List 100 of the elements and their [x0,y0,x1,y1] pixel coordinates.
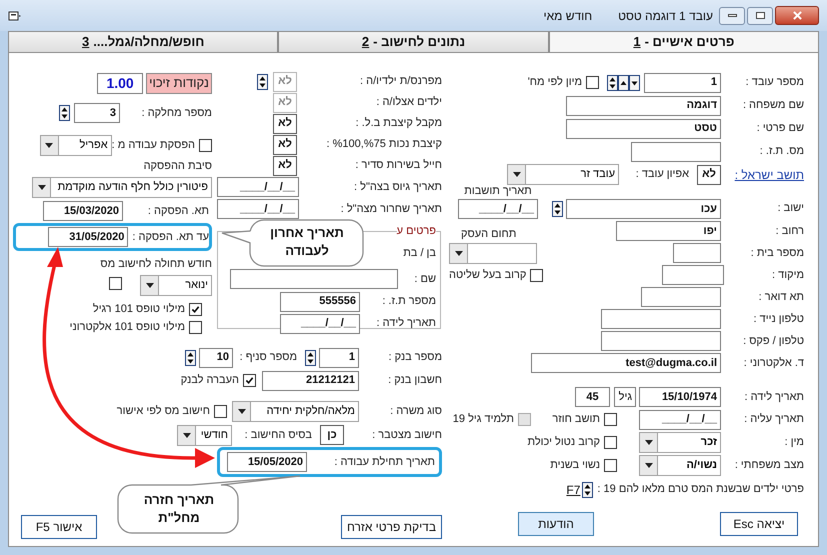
checkbox[interactable] [604,413,617,426]
text-field[interactable] [631,142,721,162]
date-field[interactable]: __/__/____ [280,314,360,334]
field-label: מספר בנק : [387,350,442,366]
text-field[interactable]: 3 [74,103,120,123]
dropdown[interactable]: אפריל [40,134,112,156]
field-label: מספר ת.ז. : [381,294,436,310]
text-field[interactable]: 1 [644,72,721,92]
yes-no-field[interactable]: לא [273,156,297,176]
group-title: פרטים ע [396,224,436,239]
checkbox[interactable] [604,436,617,449]
spinner-icon[interactable] [607,74,618,90]
text-field[interactable]: 21212121 [262,370,359,390]
form-button[interactable]: יציאה Esc [720,512,798,536]
close-button[interactable] [775,6,819,25]
text-field[interactable]: 1 [319,348,359,368]
checkbox[interactable] [530,268,544,282]
section-heading: חודש תחולה לחישוב מס [100,257,212,272]
field-label: סוג משרה : [389,404,442,420]
spinner-icon[interactable] [552,201,563,217]
field-label: תאריך שחרור מצה"ל : [340,202,442,217]
field-label: שם משפחה : [742,98,804,114]
yes-no-field[interactable]: כן [320,425,344,445]
dropdown[interactable]: מלאה/חלקית יחידה [232,401,359,422]
text-field[interactable]: עכו [566,199,721,219]
dropdown[interactable]: פיטורין כולל חלף הודעה מוקדמת [32,177,212,198]
caret-icon [644,463,652,468]
checkbox[interactable] [189,302,202,316]
checkbox[interactable] [109,276,122,290]
yes-no-field[interactable]: לא [273,114,297,134]
caret-up-icon[interactable] [618,74,629,90]
form-button[interactable]: בדיקת פרטי אזרח [341,515,442,539]
date-field[interactable]: 15/10/1974 [639,387,721,407]
checkbox[interactable] [604,459,617,472]
caret-down-icon[interactable] [629,74,640,90]
date-field[interactable]: __/__/____ [458,199,538,219]
age-label[interactable]: גיל [614,387,636,407]
field-label: מספר מחלקה : [140,106,212,121]
spinner-icon[interactable] [582,482,594,498]
callout-text: תאריך אחרון לעבודה [269,224,345,260]
dropdown[interactable]: ינואר [140,275,212,296]
field-label: מס. ת.ז. : [758,144,804,160]
spinner-icon[interactable] [257,74,268,90]
minimize-button[interactable] [719,6,745,24]
text-field[interactable] [601,309,721,329]
field-label: חישוב מצטבר : [371,428,442,443]
date-field[interactable]: __/__/____ [217,199,299,219]
yes-no-field[interactable]: לא [697,164,721,184]
text-field[interactable]: יפו [616,221,721,241]
date-field[interactable]: 31/05/2020 [48,227,128,247]
resident-link[interactable]: תושב ישראל : [734,168,804,182]
date-field[interactable]: __/__/____ [217,177,299,197]
spinner-icon[interactable] [185,350,196,366]
form-button[interactable]: הודעות [518,512,594,536]
dropdown[interactable]: נשוי/ה [639,455,721,476]
checkbox[interactable] [189,320,202,334]
dropdown[interactable]: זכר [639,432,721,453]
field-label: תאריך תושבות [464,184,532,198]
field-label: מספר סניף : [238,350,297,366]
spinner-icon[interactable] [59,105,70,121]
checkbox[interactable] [199,138,212,152]
dropdown[interactable]: עובד זר [507,164,619,185]
field-label: בסיס החישוב : [244,428,312,443]
text-field[interactable]: 10 [199,348,233,368]
field-label: תלמיד גיל 19 [452,412,514,428]
caret-icon [644,440,652,445]
checkbox[interactable] [214,405,227,418]
text-field[interactable] [662,265,724,285]
field-label: קיצבת נכות %75,%100 : [325,137,442,152]
field-label: העברה לבנק [180,373,239,388]
text-field[interactable]: טסט [566,118,721,138]
text-field[interactable] [601,331,721,351]
field-label: מקבל קיצבת ב.ל. : [354,116,442,132]
text-field[interactable]: 45 [575,387,610,407]
date-field[interactable]: 15/05/2020 [227,452,307,472]
dropdown[interactable] [449,242,537,264]
text-field[interactable]: 1.00 [97,72,144,94]
spinner-icon[interactable] [305,350,316,366]
text-field[interactable] [230,269,398,289]
field-label: פרטי ילדים שבשנת המס טרם מלאו להם 19 : [597,482,804,498]
field-label: עד תא. הפסקה : [132,230,209,245]
checkbox[interactable] [243,374,256,387]
children-link[interactable]: F7 [566,480,580,498]
form-button[interactable]: אישור F5 [21,515,97,539]
field-label: רחוב : [774,224,804,239]
text-field[interactable] [641,287,721,307]
dropdown[interactable]: חודשי [177,424,232,446]
window-icon[interactable] [8,10,22,22]
maximize-button[interactable] [747,6,773,24]
field-label: שם : [413,272,436,287]
checkbox[interactable] [586,76,599,89]
date-field[interactable]: 15/03/2020 [43,201,123,221]
text-field[interactable]: 555556 [280,292,360,312]
field-label: תא דואר : [758,290,804,305]
field-label: תאריך גיוס בצה"ל : [353,180,442,195]
yes-no-field[interactable]: לא [273,134,297,154]
date-field[interactable]: __/__/____ [639,410,721,430]
text-field[interactable] [673,243,721,263]
text-field[interactable]: דוגמה [566,96,721,116]
text-field[interactable]: test@dugma.co.il [531,353,721,373]
